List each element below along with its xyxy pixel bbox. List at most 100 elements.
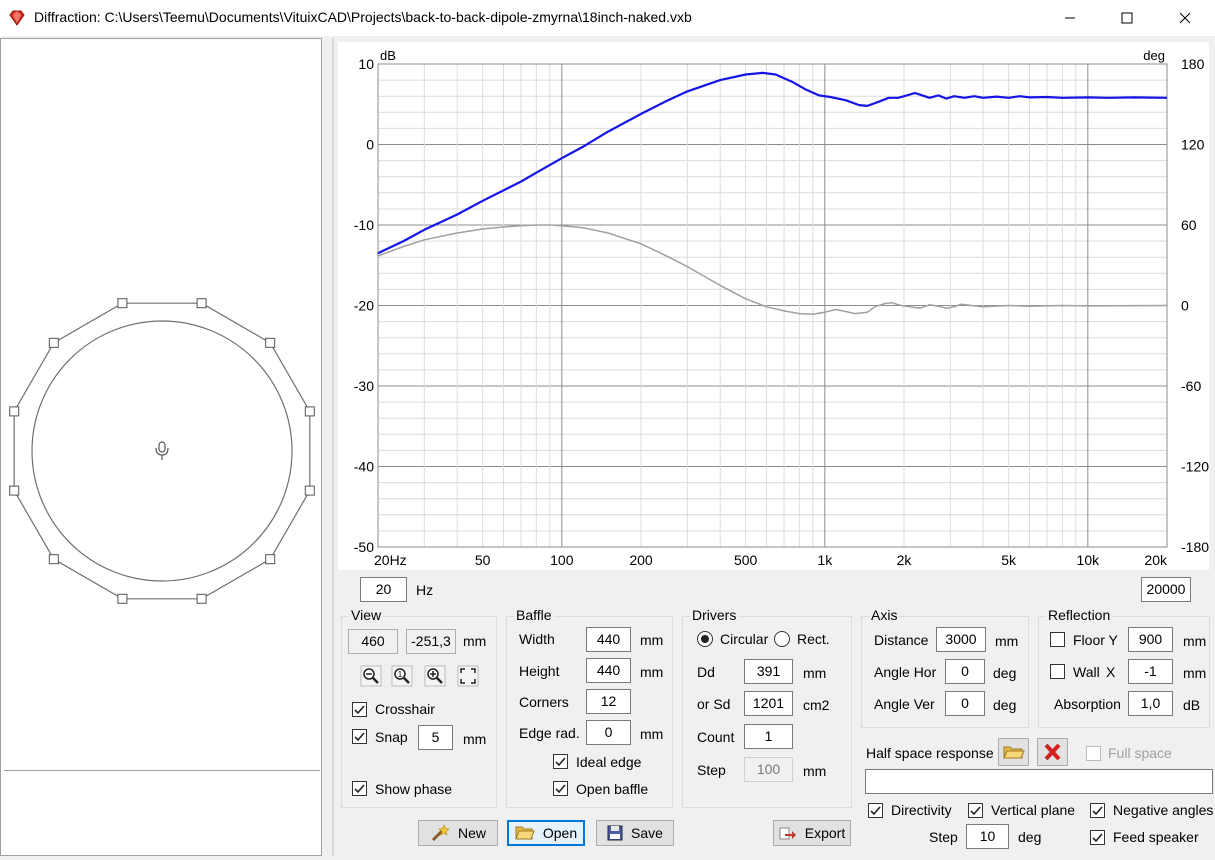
crosshair-label: Crosshair	[375, 701, 435, 717]
floor-unit: mm	[1183, 633, 1207, 649]
ideal-edge-checkbox[interactable]	[553, 754, 568, 769]
close-button[interactable]	[1162, 0, 1208, 36]
minimize-button[interactable]	[1047, 0, 1093, 36]
directivity-checkbox[interactable]	[868, 803, 883, 818]
distance-label: Distance	[874, 632, 929, 648]
floor-checkbox[interactable]	[1050, 632, 1065, 647]
view-group-title: View	[349, 607, 384, 623]
y-left-tick-label: 0	[366, 137, 374, 153]
open-baffle-label: Open baffle	[576, 781, 649, 797]
folder-open-icon[interactable]	[998, 738, 1029, 766]
spl-series-line	[377, 71, 1168, 255]
open-button[interactable]: Open	[507, 820, 585, 846]
count-label: Count	[697, 729, 735, 745]
corner-handle[interactable]	[117, 298, 128, 309]
angle-hor-input[interactable]: 0	[945, 659, 985, 684]
check-icon	[555, 784, 566, 794]
folder-open-icon	[515, 826, 535, 840]
magic-wand-icon	[431, 824, 450, 842]
sd-input[interactable]: 1201	[744, 691, 793, 716]
half-space-path-input[interactable]	[865, 769, 1213, 794]
negative-angles-label: Negative angles	[1113, 802, 1214, 818]
corner-handle[interactable]	[196, 593, 207, 604]
freq-min-unit: Hz	[416, 582, 434, 598]
corner-handle[interactable]	[117, 593, 128, 604]
freq-min-input[interactable]: 20	[360, 577, 407, 602]
x-tick-label: 20k	[1144, 552, 1168, 568]
wall-label: Wall	[1073, 664, 1100, 680]
negative-angles-checkbox[interactable]	[1090, 803, 1105, 818]
sd-unit: cm2	[803, 697, 830, 713]
microphone-icon	[155, 441, 169, 460]
rect-radio[interactable]	[774, 631, 790, 647]
edge-unit: mm	[640, 726, 664, 742]
x-tick-label: 5k	[1001, 552, 1017, 568]
floor-input[interactable]: 900	[1128, 627, 1173, 652]
angle-ver-input[interactable]: 0	[945, 691, 985, 716]
snap-unit: mm	[463, 731, 487, 747]
new-button[interactable]: New	[418, 820, 498, 846]
show-phase-label: Show phase	[375, 781, 453, 797]
export-arrow-icon	[779, 827, 796, 840]
width-input[interactable]: 440	[586, 627, 631, 652]
corner-handle[interactable]	[9, 485, 20, 496]
distance-input[interactable]: 3000	[936, 627, 986, 652]
vertical-plane-checkbox[interactable]	[968, 803, 983, 818]
snap-checkbox[interactable]	[352, 729, 367, 744]
maximize-button[interactable]	[1104, 0, 1150, 36]
corner-handle[interactable]	[265, 337, 276, 348]
check-icon	[354, 784, 365, 794]
absorption-input[interactable]: 1,0	[1128, 691, 1173, 716]
check-icon	[1092, 833, 1103, 843]
y-right-unit: deg	[1143, 48, 1165, 63]
open-baffle-checkbox[interactable]	[553, 781, 568, 796]
export-button[interactable]: Export	[773, 820, 851, 846]
x-tick-label: 200	[629, 552, 653, 568]
corner-handle[interactable]	[304, 485, 315, 496]
drivers-group-title: Drivers	[690, 607, 739, 623]
wall-input[interactable]: -1	[1128, 659, 1173, 684]
edge-input[interactable]: 0	[586, 720, 631, 745]
full-space-checkbox[interactable]	[1086, 746, 1101, 761]
rect-label: Rect.	[797, 631, 830, 647]
driver-circle[interactable]	[31, 320, 293, 582]
directivity-step-label: Step	[929, 829, 958, 845]
x-tick-label: 20Hz	[374, 552, 407, 568]
circular-radio[interactable]	[697, 631, 713, 647]
directivity-step-input[interactable]: 10	[966, 824, 1009, 849]
frequency-response-chart[interactable]: 10 0 -10 -20 -30 -40 -50 180 120 60 0 -60 -120 -180 dB…	[338, 42, 1209, 570]
wall-axis-label: X	[1106, 664, 1116, 680]
show-phase-checkbox[interactable]	[352, 781, 367, 796]
zoom-out-icon[interactable]	[360, 665, 382, 687]
wall-checkbox[interactable]	[1050, 664, 1065, 679]
height-unit: mm	[640, 664, 664, 680]
open-button-label: Open	[542, 825, 578, 841]
save-button[interactable]: Save	[596, 820, 674, 846]
dd-input[interactable]: 391	[744, 659, 793, 684]
check-icon	[870, 806, 881, 816]
corner-handle[interactable]	[265, 554, 276, 565]
height-input[interactable]: 440	[586, 658, 631, 683]
edge-label: Edge rad.	[519, 725, 580, 741]
sd-label: or Sd	[697, 696, 731, 712]
zoom-in-icon[interactable]	[424, 665, 446, 687]
corner-handle[interactable]	[48, 337, 59, 348]
x-tick-label: 2k	[897, 552, 913, 568]
corner-handle[interactable]	[48, 554, 59, 565]
zoom-reset-icon[interactable]: 1	[391, 665, 413, 687]
corners-input[interactable]: 12	[586, 689, 631, 714]
minimize-icon	[1065, 17, 1075, 19]
freq-max-input[interactable]: 20000	[1141, 577, 1191, 602]
feed-speaker-checkbox[interactable]	[1090, 830, 1105, 845]
corner-handle[interactable]	[196, 298, 207, 309]
corner-handle[interactable]	[304, 406, 315, 417]
crosshair-checkbox[interactable]	[352, 702, 367, 717]
zoom-fit-icon[interactable]	[457, 665, 479, 687]
red-x-icon[interactable]	[1037, 738, 1068, 766]
count-input[interactable]: 1	[744, 724, 793, 749]
y-right-tick-label: -60	[1181, 378, 1201, 394]
baffle-drawing[interactable]	[0, 38, 322, 768]
snap-input[interactable]: 5	[418, 725, 453, 750]
corner-handle[interactable]	[9, 406, 20, 417]
driver-step-input[interactable]: 100	[744, 757, 793, 782]
